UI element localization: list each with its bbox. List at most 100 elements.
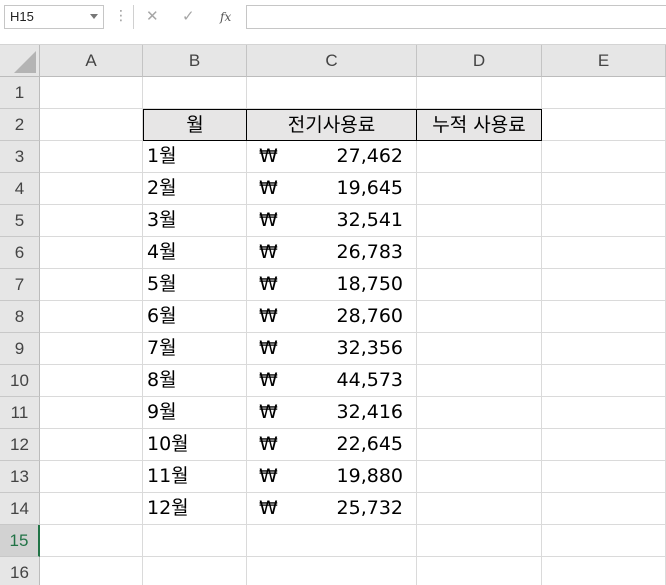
cell-d16[interactable] (417, 557, 542, 585)
cell-b12[interactable]: 10월 (143, 429, 247, 461)
cell-b7[interactable]: 5월 (143, 269, 247, 301)
cell-c7[interactable]: ₩18,750 (247, 269, 417, 301)
cell-b2[interactable]: 월 (143, 109, 247, 141)
cell-a5[interactable] (40, 205, 143, 237)
cell-d13[interactable] (417, 461, 542, 493)
cell-c8[interactable]: ₩28,760 (247, 301, 417, 333)
cell-c16[interactable] (247, 557, 417, 585)
cell-e11[interactable] (542, 397, 666, 429)
spreadsheet-grid[interactable]: A B C D E 1 2 월 전기사용료 누적 사용료 3 1월 ₩27,462 4 2월 ₩19,645 5… (0, 44, 666, 585)
row-header-6[interactable]: 6 (0, 237, 40, 269)
cell-e10[interactable] (542, 365, 666, 397)
column-header-b[interactable]: B (143, 45, 247, 77)
cell-d3[interactable] (417, 141, 542, 173)
cell-b14[interactable]: 12월 (143, 493, 247, 525)
cell-e14[interactable] (542, 493, 666, 525)
cell-a13[interactable] (40, 461, 143, 493)
enter-icon[interactable]: ✓ (182, 8, 195, 25)
cell-a11[interactable] (40, 397, 143, 429)
cell-e8[interactable] (542, 301, 666, 333)
row-header-13[interactable]: 13 (0, 461, 40, 493)
row-header-11[interactable]: 11 (0, 397, 40, 429)
row-header-3[interactable]: 3 (0, 141, 40, 173)
cell-b3[interactable]: 1월 (143, 141, 247, 173)
column-header-c[interactable]: C (247, 45, 417, 77)
cell-c12[interactable]: ₩22,645 (247, 429, 417, 461)
cell-d4[interactable] (417, 173, 542, 205)
cell-d9[interactable] (417, 333, 542, 365)
row-header-16[interactable]: 16 (0, 557, 40, 585)
row-header-10[interactable]: 10 (0, 365, 40, 397)
cell-b13[interactable]: 11월 (143, 461, 247, 493)
cell-b16[interactable] (143, 557, 247, 585)
cell-b1[interactable] (143, 77, 247, 109)
cancel-icon[interactable]: ✕ (146, 8, 159, 25)
cell-e2[interactable] (542, 109, 666, 141)
chevron-down-icon[interactable] (90, 14, 98, 19)
column-header-e[interactable]: E (542, 45, 666, 77)
cell-a3[interactable] (40, 141, 143, 173)
cell-d14[interactable] (417, 493, 542, 525)
cell-a15[interactable] (40, 525, 143, 557)
cell-c14[interactable]: ₩25,732 (247, 493, 417, 525)
cell-b11[interactable]: 9월 (143, 397, 247, 429)
select-all-button[interactable] (0, 45, 40, 77)
cell-e4[interactable] (542, 173, 666, 205)
row-header-8[interactable]: 8 (0, 301, 40, 333)
row-header-5[interactable]: 5 (0, 205, 40, 237)
cell-b6[interactable]: 4월 (143, 237, 247, 269)
column-header-a[interactable]: A (40, 45, 143, 77)
cell-e9[interactable] (542, 333, 666, 365)
cell-e5[interactable] (542, 205, 666, 237)
cell-d6[interactable] (417, 237, 542, 269)
cell-b8[interactable]: 6월 (143, 301, 247, 333)
cell-c3[interactable]: ₩27,462 (247, 141, 417, 173)
cell-d1[interactable] (417, 77, 542, 109)
cell-e1[interactable] (542, 77, 666, 109)
cell-c11[interactable]: ₩32,416 (247, 397, 417, 429)
cell-b10[interactable]: 8월 (143, 365, 247, 397)
cell-e15[interactable] (542, 525, 666, 557)
cell-c5[interactable]: ₩32,541 (247, 205, 417, 237)
formula-input[interactable] (246, 5, 666, 29)
cell-c2[interactable]: 전기사용료 (246, 109, 417, 141)
cell-d12[interactable] (417, 429, 542, 461)
row-header-14[interactable]: 14 (0, 493, 40, 525)
cell-b4[interactable]: 2월 (143, 173, 247, 205)
insert-function-icon[interactable]: fx (220, 9, 231, 26)
cell-e3[interactable] (542, 141, 666, 173)
cell-a12[interactable] (40, 429, 143, 461)
vertical-dots-icon[interactable]: ⋮ (114, 8, 128, 24)
row-header-9[interactable]: 9 (0, 333, 40, 365)
cell-b9[interactable]: 7월 (143, 333, 247, 365)
cell-a1[interactable] (40, 77, 143, 109)
cell-d11[interactable] (417, 397, 542, 429)
column-header-d[interactable]: D (417, 45, 542, 77)
row-header-4[interactable]: 4 (0, 173, 40, 205)
row-header-1[interactable]: 1 (0, 77, 40, 109)
cell-c1[interactable] (247, 77, 417, 109)
cell-d15[interactable] (417, 525, 542, 557)
name-box[interactable]: H15 (4, 5, 104, 29)
cell-d8[interactable] (417, 301, 542, 333)
cell-c4[interactable]: ₩19,645 (247, 173, 417, 205)
cell-a8[interactable] (40, 301, 143, 333)
cell-d7[interactable] (417, 269, 542, 301)
row-header-2[interactable]: 2 (0, 109, 40, 141)
cell-e13[interactable] (542, 461, 666, 493)
row-header-15[interactable]: 15 (0, 525, 40, 557)
cell-d10[interactable] (417, 365, 542, 397)
cell-c10[interactable]: ₩44,573 (247, 365, 417, 397)
cell-a14[interactable] (40, 493, 143, 525)
cell-a16[interactable] (40, 557, 143, 585)
cell-e12[interactable] (542, 429, 666, 461)
row-header-7[interactable]: 7 (0, 269, 40, 301)
cell-e6[interactable] (542, 237, 666, 269)
cell-c6[interactable]: ₩26,783 (247, 237, 417, 269)
row-header-12[interactable]: 12 (0, 429, 40, 461)
cell-c13[interactable]: ₩19,880 (247, 461, 417, 493)
cell-d5[interactable] (417, 205, 542, 237)
cell-a4[interactable] (40, 173, 143, 205)
cell-d2[interactable]: 누적 사용료 (416, 109, 542, 141)
cell-a2[interactable] (40, 109, 143, 141)
